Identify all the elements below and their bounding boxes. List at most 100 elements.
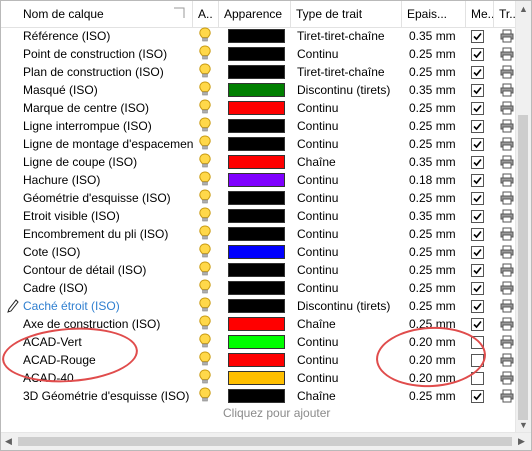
layer-row[interactable]: Ligne de coupe (ISO) Chaîne 0.35 mm — [1, 153, 515, 171]
printer-icon[interactable] — [500, 299, 514, 313]
color-swatch[interactable] — [228, 137, 285, 151]
printer-icon[interactable] — [500, 173, 514, 187]
layer-lineweight[interactable]: 0.35 mm — [409, 153, 469, 171]
header-plot[interactable]: Me... — [466, 1, 494, 27]
layer-linetype[interactable]: Continu — [297, 351, 403, 369]
lightbulb-icon[interactable] — [198, 387, 214, 405]
layer-lineweight[interactable]: 0.20 mm — [409, 369, 469, 387]
printer-icon[interactable] — [500, 209, 514, 223]
printer-icon[interactable] — [500, 245, 514, 259]
layer-linetype[interactable]: Continu — [297, 189, 403, 207]
plot-checkbox[interactable] — [471, 138, 484, 151]
layer-row[interactable]: Axe de construction (ISO) Chaîne 0.25 mm — [1, 315, 515, 333]
layer-linetype[interactable]: Chaîne — [297, 387, 403, 405]
layer-name[interactable]: Encombrement du pli (ISO) — [23, 225, 193, 243]
layer-row[interactable]: Encombrement du pli (ISO) Continu 0.25 mm — [1, 225, 515, 243]
color-swatch[interactable] — [228, 29, 285, 43]
lightbulb-icon[interactable] — [198, 333, 214, 351]
plot-checkbox[interactable] — [471, 48, 484, 61]
layer-linetype[interactable]: Continu — [297, 207, 403, 225]
color-swatch[interactable] — [228, 245, 285, 259]
layer-row[interactable]: Référence (ISO) Tiret-tiret-chaîne 0.35 mm — [1, 27, 515, 45]
lightbulb-icon[interactable] — [198, 207, 214, 225]
plot-checkbox[interactable] — [471, 336, 484, 349]
color-swatch[interactable] — [228, 191, 285, 205]
layer-row[interactable]: Contour de détail (ISO) Continu 0.25 mm — [1, 261, 515, 279]
printer-icon[interactable] — [500, 281, 514, 295]
layer-lineweight[interactable]: 0.25 mm — [409, 117, 469, 135]
lightbulb-icon[interactable] — [198, 153, 214, 171]
lightbulb-icon[interactable] — [198, 99, 214, 117]
header-color[interactable]: Apparence — [219, 1, 291, 27]
layer-name[interactable]: ACAD-Rouge — [23, 351, 193, 369]
layer-linetype[interactable]: Continu — [297, 333, 403, 351]
layer-linetype[interactable]: Continu — [297, 369, 403, 387]
layer-lineweight[interactable]: 0.25 mm — [409, 63, 469, 81]
printer-icon[interactable] — [500, 389, 514, 403]
horizontal-scroll-thumb[interactable] — [18, 437, 512, 446]
scroll-down-icon[interactable]: ▼ — [519, 420, 528, 430]
layer-row[interactable]: Etroit visible (ISO) Continu 0.35 mm — [1, 207, 515, 225]
scroll-left-icon[interactable]: ◀ — [5, 436, 12, 446]
lightbulb-icon[interactable] — [198, 135, 214, 153]
plot-checkbox[interactable] — [471, 246, 484, 259]
color-swatch[interactable] — [228, 371, 285, 385]
layer-linetype[interactable]: Continu — [297, 117, 403, 135]
color-swatch[interactable] — [228, 353, 285, 367]
lightbulb-icon[interactable] — [198, 63, 214, 81]
printer-icon[interactable] — [500, 29, 514, 43]
layer-lineweight[interactable]: 0.18 mm — [409, 171, 469, 189]
layer-lineweight[interactable]: 0.25 mm — [409, 225, 469, 243]
scroll-up-icon[interactable]: ▲ — [519, 4, 528, 14]
layer-lineweight[interactable]: 0.35 mm — [409, 27, 469, 45]
plot-checkbox[interactable] — [471, 282, 484, 295]
lightbulb-icon[interactable] — [198, 315, 214, 333]
layer-linetype[interactable]: Continu — [297, 45, 403, 63]
header-lineweight[interactable]: Epais... — [402, 1, 466, 27]
layer-row[interactable]: Caché étroit (ISO) Discontinu (tirets) 0.2… — [1, 297, 515, 315]
plot-checkbox[interactable] — [471, 318, 484, 331]
layer-name[interactable]: ACAD-Vert — [23, 333, 193, 351]
lightbulb-icon[interactable] — [198, 117, 214, 135]
layer-row[interactable]: ACAD-Rouge Continu 0.20 mm — [1, 351, 515, 369]
plot-checkbox[interactable] — [471, 102, 484, 115]
layer-lineweight[interactable]: 0.35 mm — [409, 81, 469, 99]
printer-icon[interactable] — [500, 317, 514, 331]
layer-lineweight[interactable]: 0.35 mm — [409, 207, 469, 225]
layer-name[interactable]: 3D Géométrie d'esquisse (ISO) — [23, 387, 193, 405]
layer-row[interactable]: Marque de centre (ISO) Continu 0.25 mm — [1, 99, 515, 117]
vertical-scroll-thumb[interactable] — [518, 115, 528, 420]
plot-checkbox[interactable] — [471, 354, 484, 367]
layer-lineweight[interactable]: 0.25 mm — [409, 45, 469, 63]
layer-linetype[interactable]: Discontinu (tirets) — [297, 81, 403, 99]
layer-row[interactable]: Géométrie d'esquisse (ISO) Continu 0.25 mm — [1, 189, 515, 207]
printer-icon[interactable] — [500, 155, 514, 169]
printer-icon[interactable] — [500, 119, 514, 133]
layer-lineweight[interactable]: 0.25 mm — [409, 99, 469, 117]
lightbulb-icon[interactable] — [198, 297, 214, 315]
layer-name[interactable]: Géométrie d'esquisse (ISO) — [23, 189, 193, 207]
lightbulb-icon[interactable] — [198, 225, 214, 243]
layer-name[interactable]: Cote (ISO) — [23, 243, 193, 261]
plot-checkbox[interactable] — [471, 156, 484, 169]
layer-name[interactable]: Cadre (ISO) — [23, 279, 193, 297]
color-swatch[interactable] — [228, 173, 285, 187]
printer-icon[interactable] — [500, 371, 514, 385]
layer-row[interactable]: 3D Géométrie d'esquisse (ISO) Chaîne 0.25 … — [1, 387, 515, 405]
layer-lineweight[interactable]: 0.20 mm — [409, 351, 469, 369]
layer-row[interactable]: Cadre (ISO) Continu 0.25 mm — [1, 279, 515, 297]
color-swatch[interactable] — [228, 263, 285, 277]
color-swatch[interactable] — [228, 299, 285, 313]
layer-name[interactable]: Plan de construction (ISO) — [23, 63, 193, 81]
layer-name[interactable]: Ligne interrompue (ISO) — [23, 117, 193, 135]
plot-checkbox[interactable] — [471, 174, 484, 187]
layer-lineweight[interactable]: 0.25 mm — [409, 135, 469, 153]
layer-linetype[interactable]: Continu — [297, 261, 403, 279]
layer-name[interactable]: Hachure (ISO) — [23, 171, 193, 189]
layer-name[interactable]: Axe de construction (ISO) — [23, 315, 193, 333]
plot-checkbox[interactable] — [471, 30, 484, 43]
plot-checkbox[interactable] — [471, 66, 484, 79]
header-on[interactable]: A.. — [193, 1, 219, 27]
lightbulb-icon[interactable] — [198, 189, 214, 207]
layer-row[interactable]: ACAD-40 Continu 0.20 mm — [1, 369, 515, 387]
